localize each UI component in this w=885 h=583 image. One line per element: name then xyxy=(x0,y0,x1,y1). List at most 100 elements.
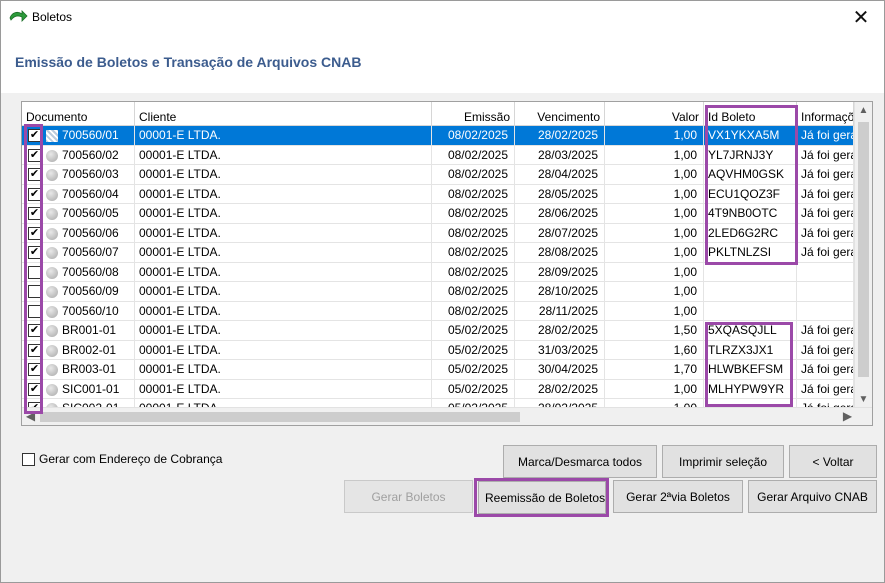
column-header-cliente[interactable]: Cliente xyxy=(135,102,432,126)
status-dot-icon xyxy=(46,247,58,259)
table-row[interactable]: ✔ 700560/05 00001-E LTDA. 08/02/2025 28/06/2… xyxy=(22,204,854,224)
horizontal-scrollbar[interactable]: ◀ ▶ xyxy=(22,407,872,425)
cell-valor: 1,00 xyxy=(605,243,704,263)
cell-id-boleto: 2LED6G2RC xyxy=(704,223,797,243)
row-checkbox[interactable]: ✔ xyxy=(28,343,41,357)
table-row[interactable]: ✔ 700560/03 00001-E LTDA. 08/02/2025 28/04/2… xyxy=(22,165,854,185)
column-header-valor[interactable]: Valor xyxy=(605,102,704,126)
cell-valor: 1,00 xyxy=(605,165,704,185)
scroll-left-icon[interactable]: ◀ xyxy=(22,408,39,425)
cell-informacoes: Já foi gerado xyxy=(797,126,854,146)
cell-emissao: 08/02/2025 xyxy=(432,145,515,165)
row-checkbox[interactable]: ✔ xyxy=(28,168,41,181)
cell-vencimento: 28/10/2025 xyxy=(515,282,605,302)
table-row[interactable]: ✔ 700560/01 00001-E LTDA. 08/02/2025 28/02/2… xyxy=(22,126,854,146)
gerar-arquivo-cnab-button[interactable]: Gerar Arquivo CNAB xyxy=(748,480,877,513)
cell-id-boleto: ECU1QOZ3F xyxy=(704,184,797,204)
column-header-vencimento[interactable]: Vencimento xyxy=(515,102,605,126)
status-dot-icon xyxy=(46,305,58,318)
cell-vencimento: 28/07/2025 xyxy=(515,223,605,243)
gerar-segunda-via-button[interactable]: Gerar 2ªvia Boletos xyxy=(613,480,743,513)
cell-valor: 1,00 xyxy=(605,126,704,146)
cell-id-boleto: 4T9NB0OTC xyxy=(704,204,797,224)
column-header-emissao[interactable]: Emissão xyxy=(432,102,515,126)
gerar-boletos-button[interactable]: Gerar Boletos xyxy=(344,480,473,513)
cell-informacoes xyxy=(797,301,854,321)
cell-vencimento: 28/03/2025 xyxy=(515,145,605,165)
documento-text: BR003-01 xyxy=(62,362,117,376)
cell-valor: 1,70 xyxy=(605,360,704,380)
column-header-informacoes[interactable]: Informaçõ xyxy=(797,102,854,126)
cell-documento: ✔ BR001-01 xyxy=(22,321,135,341)
row-checkbox[interactable]: ✔ xyxy=(28,148,41,162)
table-row[interactable]: ✔ BR001-01 00001-E LTDA. 05/02/2025 28/02/20… xyxy=(22,321,854,341)
boletos-grid: Documento Cliente Emissão Vencimento Valor Id… xyxy=(21,101,873,426)
table-row[interactable]: ✔ BR002-01 00001-E LTDA. 05/02/2025 31/03/20… xyxy=(22,340,854,360)
scroll-up-icon[interactable]: ▲ xyxy=(855,102,872,119)
row-checkbox[interactable]: ✔ xyxy=(28,129,41,142)
column-header-id-boleto[interactable]: Id Boleto xyxy=(704,102,797,126)
scroll-down-icon[interactable]: ▼ xyxy=(855,391,872,408)
table-row[interactable]: ✔ 700560/06 00001-E LTDA. 08/02/2025 28/07/2… xyxy=(22,223,854,243)
vertical-scroll-thumb[interactable] xyxy=(858,122,869,377)
cell-documento: ✔ BR002-01 xyxy=(22,340,135,360)
cell-id-boleto: MLHYPW9YR xyxy=(704,379,797,399)
documento-text: 700560/10 xyxy=(62,303,119,318)
row-checkbox[interactable]: ✔ xyxy=(28,324,41,337)
row-checkbox[interactable]: ✔ xyxy=(28,187,41,201)
cell-id-boleto: PKLTNLZSI xyxy=(704,243,797,263)
marca-desmarca-todos-button[interactable]: Marca/Desmarca todos xyxy=(503,445,657,478)
cell-vencimento: 30/04/2025 xyxy=(515,360,605,380)
row-checkbox[interactable]: ✔ xyxy=(28,382,41,396)
status-dot-icon xyxy=(46,188,58,201)
row-checkbox[interactable]: ✔ xyxy=(28,246,41,259)
cell-valor: 1,00 xyxy=(605,301,704,321)
cell-vencimento: 28/08/2025 xyxy=(515,243,605,263)
cell-documento: ✔ 700560/04 xyxy=(22,184,135,204)
vertical-scrollbar[interactable]: ▲ ▼ xyxy=(854,102,872,408)
cell-vencimento: 28/05/2025 xyxy=(515,184,605,204)
cell-emissao: 08/02/2025 xyxy=(432,126,515,146)
page-title: Emissão de Boletos e Transação de Arquiv… xyxy=(15,54,362,70)
row-checkbox[interactable]: ✔ xyxy=(28,207,41,220)
table-row[interactable]: ✔ 700560/02 00001-E LTDA. 08/02/2025 28/03/2… xyxy=(22,145,854,165)
table-row[interactable]: ✔ SIC001-01 00001-E LTDA. 05/02/2025 28/02/2… xyxy=(22,379,854,399)
close-button[interactable]: ✕ xyxy=(838,1,884,33)
cell-emissao: 08/02/2025 xyxy=(432,223,515,243)
window-title: Boletos xyxy=(32,10,73,24)
cell-valor: 1,00 xyxy=(605,282,704,302)
cell-cliente: 00001-E LTDA. xyxy=(135,301,432,321)
column-header-documento[interactable]: Documento xyxy=(22,102,135,126)
imprimir-selecao-button[interactable]: Imprimir seleção xyxy=(662,445,784,478)
cell-vencimento: 28/02/2025 xyxy=(515,126,605,146)
horizontal-scroll-thumb[interactable] xyxy=(40,412,520,422)
voltar-button[interactable]: < Voltar xyxy=(789,445,877,478)
cell-id-boleto xyxy=(704,282,797,302)
reemissao-boletos-button[interactable]: Reemissão de Boletos xyxy=(478,481,606,514)
cell-documento: 700560/10 xyxy=(22,301,135,321)
table-row[interactable]: 700560/09 00001-E LTDA. 08/02/2025 28/10/20… xyxy=(22,282,854,302)
status-dot-icon xyxy=(46,286,58,298)
row-checkbox[interactable]: ✔ xyxy=(28,226,41,240)
row-checkbox[interactable] xyxy=(28,304,41,318)
documento-text: 700560/05 xyxy=(62,206,119,220)
cell-valor: 1,00 xyxy=(605,379,704,399)
cell-documento: ✔ 700560/06 xyxy=(22,223,135,243)
table-row[interactable]: ✔ BR003-01 00001-E LTDA. 05/02/2025 30/04/20… xyxy=(22,360,854,380)
row-checkbox[interactable]: ✔ xyxy=(28,363,41,376)
scroll-right-icon[interactable]: ▶ xyxy=(839,408,856,425)
row-checkbox[interactable] xyxy=(28,285,41,298)
row-checkbox[interactable] xyxy=(28,265,41,279)
title-bar: Boletos ✕ xyxy=(1,1,884,33)
table-row[interactable]: ✔ 700560/04 00001-E LTDA. 08/02/2025 28/05/2… xyxy=(22,184,854,204)
cell-cliente: 00001-E LTDA. xyxy=(135,379,432,399)
grid-body: ✔ 700560/01 00001-E LTDA. 08/02/2025 28/02/2… xyxy=(22,126,854,408)
table-row[interactable]: ✔ 700560/07 00001-E LTDA. 08/02/2025 28/08/2… xyxy=(22,243,854,263)
gerar-endereco-checkbox[interactable] xyxy=(22,453,35,466)
grid-header: Documento Cliente Emissão Vencimento Valor Id… xyxy=(22,102,854,126)
table-row[interactable]: 700560/08 00001-E LTDA. 08/02/2025 28/09/20… xyxy=(22,262,854,282)
cell-cliente: 00001-E LTDA. xyxy=(135,184,432,204)
table-row[interactable]: 700560/10 00001-E LTDA. 08/02/2025 28/11/20… xyxy=(22,301,854,321)
header-band: Emissão de Boletos e Transação de Arquiv… xyxy=(1,33,884,93)
documento-text: 700560/01 xyxy=(62,128,119,142)
